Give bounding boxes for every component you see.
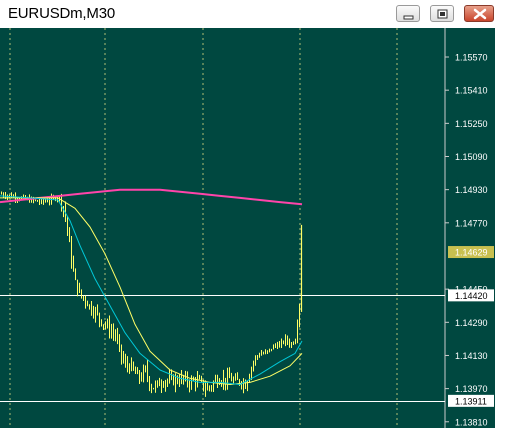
y-tick-label: 1.15570 xyxy=(455,53,488,63)
close-icon xyxy=(473,8,487,20)
title-bar[interactable]: EURUSDm,M30 xyxy=(0,0,507,28)
y-tick-label: 1.13970 xyxy=(455,384,488,394)
minimize-icon xyxy=(403,15,414,20)
y-tick-label: 1.14130 xyxy=(455,351,488,361)
moving-average-slow xyxy=(0,197,303,385)
level-price-label: 1.14420 xyxy=(455,291,488,301)
y-tick-label: 1.14930 xyxy=(455,185,488,195)
chart-window: EURUSDm,M30 1.15570 1.15410 1.15250 1.15090… xyxy=(0,0,507,428)
y-tick-label: 1.14290 xyxy=(455,318,488,328)
maximize-button[interactable] xyxy=(430,5,454,22)
minimize-button[interactable] xyxy=(396,5,420,22)
y-tick-label: 1.14770 xyxy=(455,218,488,228)
close-button[interactable] xyxy=(464,5,494,22)
y-tick-label: 1.13810 xyxy=(455,417,488,427)
maximize-icon xyxy=(437,9,448,19)
y-tick-label: 1.15410 xyxy=(455,86,488,96)
level-price-label: 1.13911 xyxy=(455,396,487,406)
vertical-scrollbar[interactable] xyxy=(495,28,507,428)
current-price-label: 1.14629 xyxy=(455,248,488,258)
price-chart[interactable]: 1.15570 1.15410 1.15250 1.15090 1.14930 1.147… xyxy=(0,28,495,428)
y-tick-label: 1.15090 xyxy=(455,152,488,162)
window-title: EURUSDm,M30 xyxy=(8,5,115,22)
moving-average-fast xyxy=(0,195,303,385)
y-tick-label: 1.15250 xyxy=(455,119,488,129)
chart-canvas: 1.15570 1.15410 1.15250 1.15090 1.14930 1.147… xyxy=(0,28,494,428)
